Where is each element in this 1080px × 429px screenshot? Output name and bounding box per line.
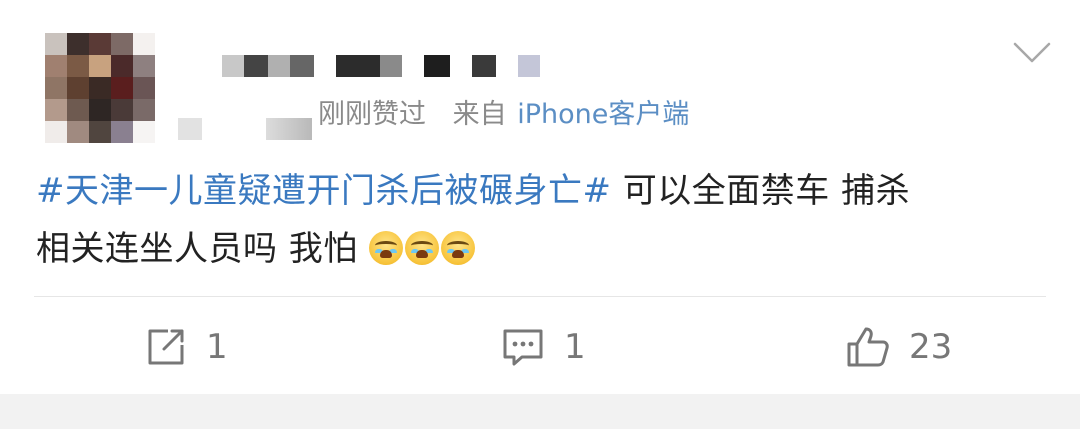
crying-emoji-icon [369,231,404,265]
post-line-2: 相关连坐人员吗 我怕 [36,220,1056,278]
feed-separator [0,394,1080,429]
divider [34,296,1046,297]
comment-count: 1 [564,327,586,367]
crying-emoji-icon [441,231,476,265]
blurred-badge [266,118,312,140]
source-link[interactable]: iPhone客户端 [517,99,689,130]
thumbs-up-icon [845,324,891,370]
user-name[interactable] [222,55,540,79]
crying-emoji-icon [405,231,440,265]
blurred-badge [178,118,202,140]
repost-button[interactable]: 1 [144,322,228,372]
post-text-line2: 相关连坐人员吗 我怕 [36,229,358,269]
post-time: 刚刚赞过 [318,99,426,130]
repost-count: 1 [206,327,228,367]
like-button[interactable]: 23 [845,322,952,372]
like-count: 23 [909,327,953,367]
post-text: #天津一儿童疑遭开门杀后被碾身亡# 可以全面禁车 捕杀 相关连坐人员吗 我怕 [36,162,1056,278]
post-text-rest: 可以全面禁车 捕杀 [611,171,911,211]
post-meta: 刚刚赞过 来自 iPhone客户端 [318,98,689,132]
avatar[interactable] [45,33,155,143]
from-label: 来自 [452,99,507,130]
repost-icon [144,325,188,369]
post-line-1: #天津一儿童疑遭开门杀后被碾身亡# 可以全面禁车 捕杀 [36,162,1056,220]
chevron-down-icon[interactable] [1012,40,1052,66]
comment-icon [500,325,546,369]
comment-button[interactable]: 1 [500,322,586,372]
topic-link[interactable]: #天津一儿童疑遭开门杀后被碾身亡# [36,171,611,211]
weibo-post-card: 刚刚赞过 来自 iPhone客户端 #天津一儿童疑遭开门杀后被碾身亡# 可以全面… [0,0,1080,394]
